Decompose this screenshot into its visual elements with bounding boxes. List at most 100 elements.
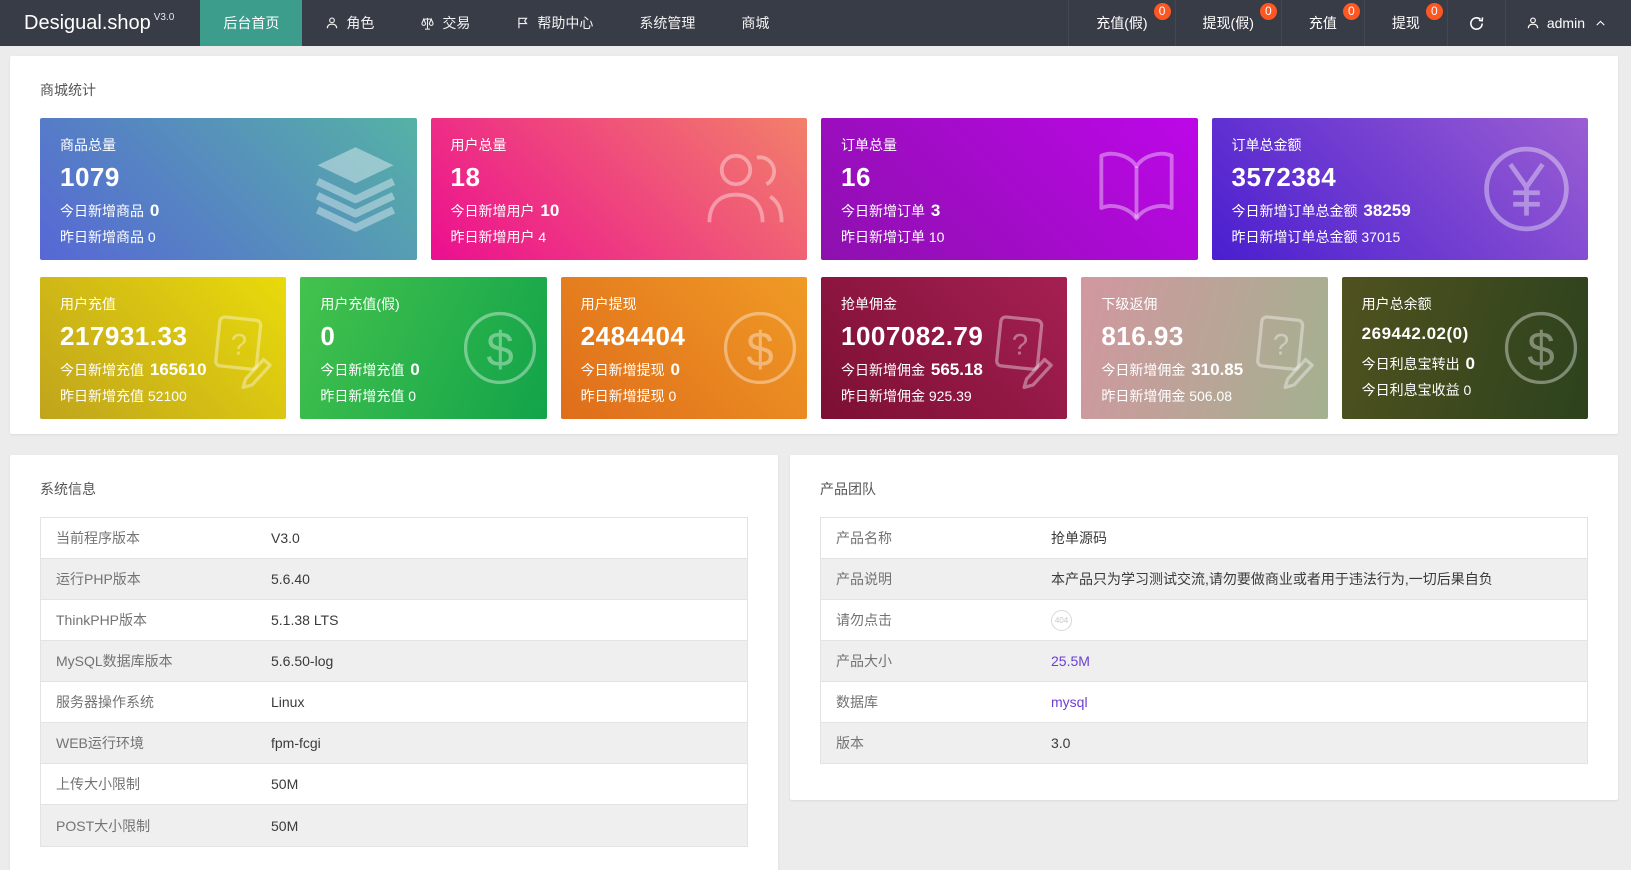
stat-yesterday-label: 昨日新增充值: [320, 388, 405, 404]
svg-text:$: $: [486, 322, 513, 377]
quick-action-item[interactable]: 充值 0: [1280, 0, 1364, 46]
stat-yesterday-label: 昨日新增用户: [450, 229, 535, 245]
nav-menu-item[interactable]: 帮助中心: [493, 0, 616, 46]
table-row: 产品说明 本产品只为学习测试交流,请勿要做商业或者用于违法行为,一切后果自负: [821, 559, 1587, 600]
edit-question-icon: ?: [979, 307, 1061, 389]
stat-yesterday-label: 昨日新增佣金: [1101, 388, 1186, 404]
row-label: 产品名称: [836, 530, 892, 546]
stat-yesterday-label: 昨日新增充值: [60, 388, 144, 404]
brand-logo[interactable]: Desigual.shop V3.0: [0, 0, 200, 46]
row-value: 50M: [271, 817, 299, 834]
user-menu[interactable]: admin: [1504, 0, 1631, 46]
stat-card: 下级返佣 816.93 今日新增佣金 310.85 昨日新增佣金 506.08: [1081, 277, 1328, 419]
nav-menu-item[interactable]: 交易: [397, 0, 493, 46]
row-label: 数据库: [836, 694, 878, 710]
system-info-title: 系统信息: [40, 481, 96, 497]
quick-action-label: 提现: [1391, 15, 1420, 31]
stat-yesterday-value: 4: [538, 229, 547, 245]
stat-yesterday-label: 昨日新增提现: [580, 388, 665, 404]
stat-card: 用户充值 217931.33 今日新增充值 165610 昨日新增充值 5210…: [40, 277, 287, 419]
brand-name: Desigual.shop: [24, 11, 151, 34]
row-label: POST大小限制: [56, 817, 151, 834]
row-label: ThinkPHP版本: [56, 612, 148, 628]
product-team-table: 产品名称 抢单源码 产品说明 本产品只为学习测试交流,请勿要做商业或者用于违法行…: [820, 517, 1588, 764]
quick-action-item[interactable]: 提现(假) 0: [1174, 0, 1281, 46]
flag-icon: [516, 16, 530, 30]
edit-question-icon: ?: [1240, 307, 1322, 389]
system-info-panel: 系统信息 当前程序版本 V3.0 运行PHP版本 5.6.40 ThinkPHP…: [10, 455, 778, 870]
dollar-icon: $: [719, 307, 801, 389]
stat-today-value: 0: [410, 360, 420, 379]
stat-today-value: 0: [1465, 354, 1476, 373]
nav-menu-item[interactable]: 系统管理: [616, 0, 718, 46]
table-row: 上传大小限制 50M: [41, 764, 747, 805]
stat-yesterday-value: 925.39: [928, 388, 972, 404]
row-value: 5.6.40: [271, 571, 310, 587]
stat-today-value: 3: [930, 201, 941, 220]
stat-today-label: 今日新增用户: [450, 203, 535, 219]
row-value: 5.1.38 LTS: [271, 612, 339, 628]
stat-today-label: 今日新增提现: [580, 362, 665, 378]
stat-today-value: 38259: [1363, 201, 1411, 220]
chevron-up-icon: [1594, 17, 1607, 30]
users-icon: [698, 142, 793, 237]
stat-cards-row-1: 商品总量 1079 今日新增商品 0 昨日新增商品 0 用户总量 18 今日新增…: [30, 118, 1598, 260]
bottom-panels: 系统信息 当前程序版本 V3.0 运行PHP版本 5.6.40 ThinkPHP…: [10, 455, 1618, 870]
row-label: 产品说明: [836, 571, 892, 587]
stats-section-title: 商城统计: [40, 82, 96, 98]
stat-card: 用户总量 18 今日新增用户 10 昨日新增用户 4: [430, 118, 807, 260]
stat-yesterday-value: 0: [408, 388, 417, 404]
stat-card: 订单总金额 3572384 今日新增订单总金额 38259 昨日新增订单总金额 …: [1211, 118, 1588, 260]
user-icon: [1526, 16, 1540, 30]
nav-menu-label: 系统管理: [639, 15, 696, 31]
product-team-panel: 产品团队 产品名称 抢单源码 产品说明 本产品只为学习测试交流,请勿要做商业或者…: [790, 455, 1618, 800]
stats-panel: 商城统计 商品总量 1079 今日新增商品 0 昨日新增商品 0 用户总量 18…: [10, 56, 1618, 434]
row-value[interactable]: 404: [1051, 609, 1072, 631]
quick-action-label: 充值: [1308, 15, 1337, 31]
row-label: 服务器操作系统: [56, 694, 154, 710]
row-value[interactable]: 25.5M: [1051, 643, 1100, 679]
stat-today-label: 今日新增充值: [60, 362, 144, 378]
row-label: WEB运行环境: [56, 735, 144, 751]
notification-badge: 0: [1259, 3, 1277, 20]
stat-cards-row-2: 用户充值 217931.33 今日新增充值 165610 昨日新增充值 5210…: [30, 277, 1598, 419]
table-row: MySQL数据库版本 5.6.50-log: [41, 641, 747, 682]
nav-menu-item[interactable]: 后台首页: [200, 0, 303, 46]
nav-menu-item[interactable]: 角色: [302, 0, 397, 46]
table-row: POST大小限制 50M: [41, 805, 747, 846]
table-row: 请勿点击 404: [821, 600, 1587, 641]
svg-text:$: $: [746, 322, 773, 377]
scales-icon: [420, 16, 435, 31]
stat-card: 用户充值(假) 0 今日新增充值 0 昨日新增充值 0 $: [300, 277, 547, 419]
quick-action-item[interactable]: 充值(假) 0: [1068, 0, 1174, 46]
table-row: 产品大小 25.5M: [821, 641, 1587, 682]
row-value[interactable]: mysql: [1051, 684, 1098, 720]
table-row: 当前程序版本 V3.0: [41, 518, 747, 559]
svg-text:$: $: [1527, 322, 1554, 377]
notification-badge: 0: [1153, 3, 1171, 20]
refresh-icon: [1468, 15, 1485, 32]
navbar-spacer: [792, 0, 1068, 46]
stat-today-value: 10: [540, 201, 560, 220]
table-row: 产品名称 抢单源码: [821, 518, 1587, 559]
stat-today-value: 0: [149, 201, 160, 220]
table-row: 数据库 mysql: [821, 682, 1587, 723]
stat-card: 商品总量 1079 今日新增商品 0 昨日新增商品 0: [40, 118, 417, 260]
stat-yesterday-label: 昨日新增订单: [841, 229, 925, 245]
svg-text:?: ?: [1012, 329, 1028, 362]
user-icon: [325, 16, 339, 30]
row-value: 抢单源码: [1051, 530, 1107, 546]
quick-action-label: 充值(假): [1096, 15, 1148, 31]
row-label: 上传大小限制: [56, 776, 140, 792]
stat-today-value: 565.18: [930, 360, 983, 379]
main-menu: 后台首页 角色 交易 帮助中心 系统管理 商城: [200, 0, 792, 46]
row-label: 版本: [836, 735, 864, 751]
refresh-button[interactable]: [1446, 0, 1505, 46]
quick-action-item[interactable]: 提现 0: [1363, 0, 1447, 46]
nav-menu-label: 交易: [442, 15, 471, 31]
nav-menu-item[interactable]: 商城: [718, 0, 792, 46]
stat-today-value: 310.85: [1191, 360, 1244, 379]
row-value: fpm-fcgi: [271, 735, 321, 751]
row-label: 运行PHP版本: [56, 571, 141, 587]
table-row: 服务器操作系统 Linux: [41, 682, 747, 723]
